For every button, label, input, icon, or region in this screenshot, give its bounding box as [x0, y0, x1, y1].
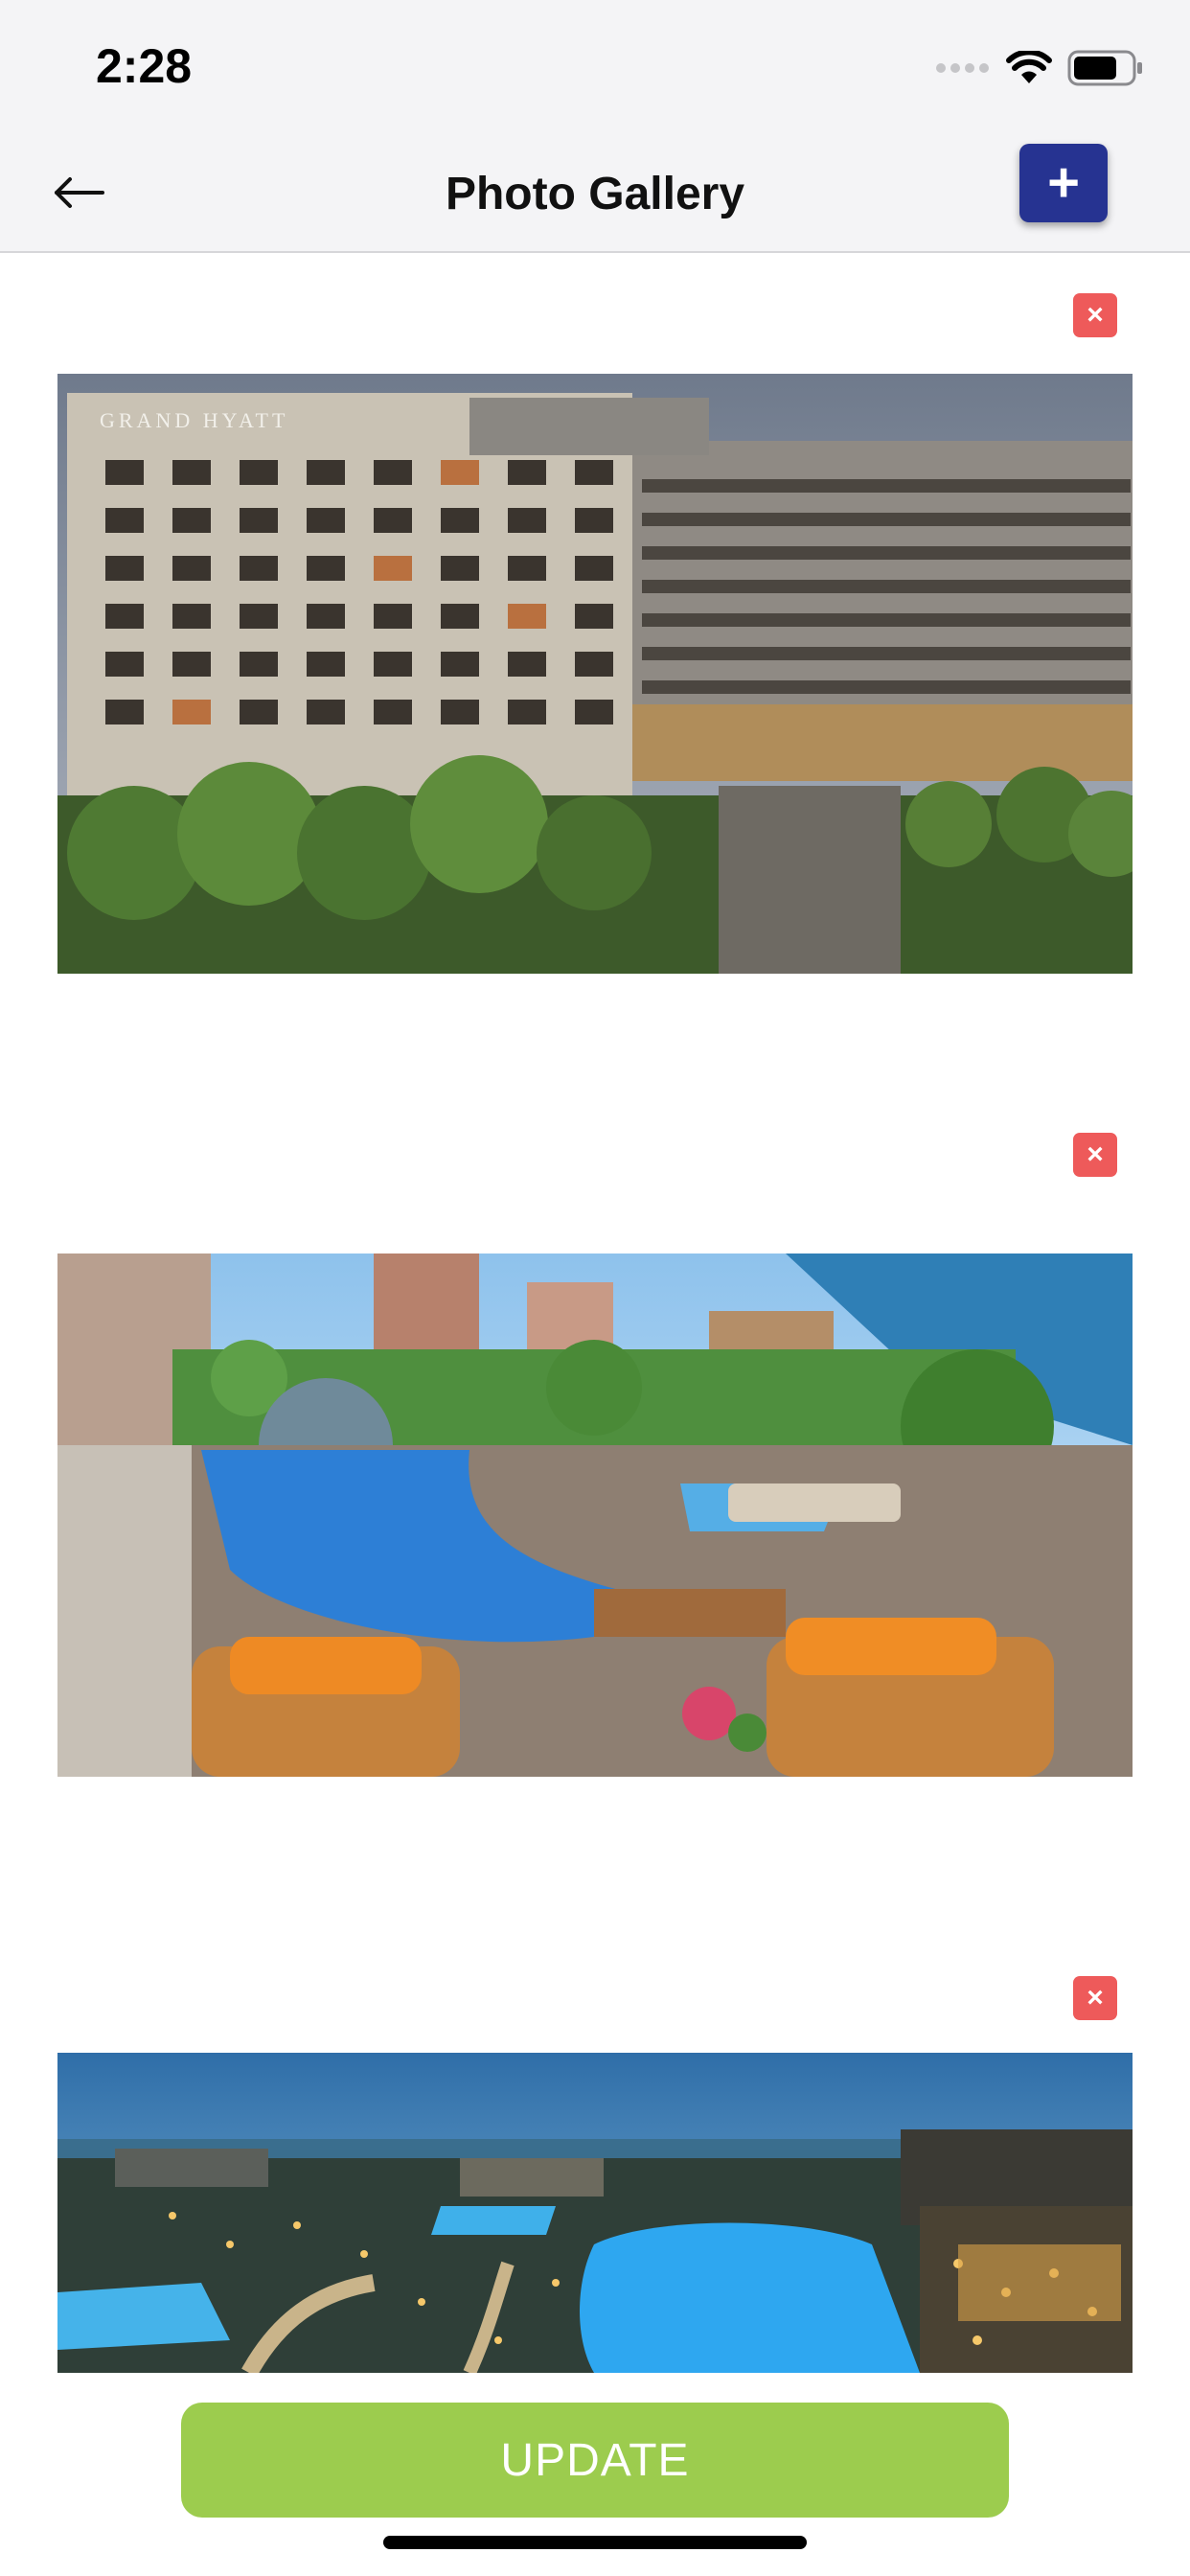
- photo-gallery-list[interactable]: × GRAND HYATT × ×: [0, 253, 1190, 2576]
- status-bar: 2:28: [0, 0, 1190, 134]
- battery-icon: [1067, 50, 1144, 91]
- delete-photo-button[interactable]: ×: [1073, 293, 1117, 337]
- gallery-item: ×: [57, 253, 1133, 974]
- gallery-item: ×: [57, 1096, 1133, 1806]
- delete-photo-button[interactable]: ×: [1073, 1133, 1117, 1177]
- signal-dots-icon: [935, 61, 991, 80]
- status-icons: [935, 49, 1144, 91]
- wifi-icon: [1006, 49, 1052, 90]
- status-time: 2:28: [96, 39, 193, 93]
- add-photo-button[interactable]: +: [1019, 144, 1108, 222]
- hotel-building-photo[interactable]: GRAND HYATT: [57, 374, 1133, 974]
- resort-night-pool-photo[interactable]: [57, 2053, 1133, 2373]
- home-indicator: [383, 2536, 807, 2549]
- delete-photo-button[interactable]: ×: [1073, 1976, 1117, 2020]
- pool-terrace-photo[interactable]: [57, 1254, 1133, 1777]
- app-header: Photo Gallery +: [0, 134, 1190, 253]
- update-button[interactable]: UPDATE: [181, 2403, 1009, 2518]
- page-title: Photo Gallery: [445, 169, 745, 219]
- building-sign: GRAND HYATT: [100, 408, 288, 432]
